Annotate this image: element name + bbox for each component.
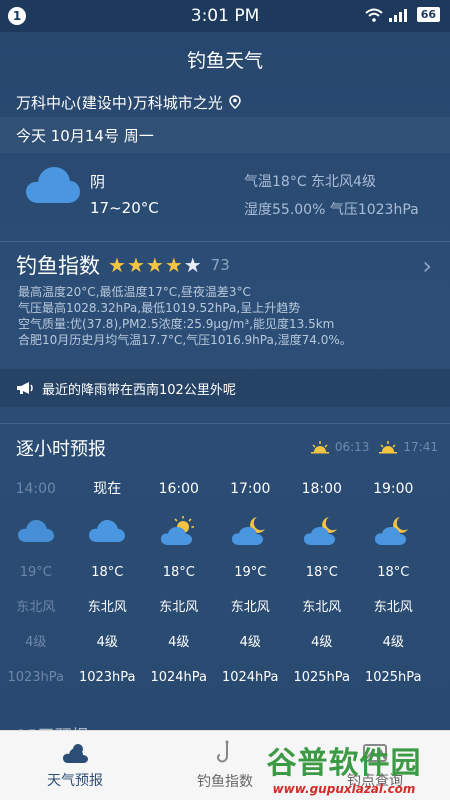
hour-wind-level: 4级 bbox=[96, 635, 118, 650]
cloud-icon bbox=[26, 167, 80, 203]
location-name: 万科中心(建设中)万科城市之光 bbox=[16, 93, 223, 112]
hour-column: 16:00 18°C 东北风 4级 1024hPa bbox=[143, 472, 215, 695]
hour-column: 现在 18°C 东北风 4级 1023hPa bbox=[72, 472, 144, 695]
hour-column: 14:00 19°C 东北风 4级 1023hPa bbox=[0, 472, 72, 695]
hour-column: 18:00 18°C 东北风 4级 1025hPa bbox=[286, 472, 358, 695]
hour-temp: 19°C bbox=[19, 565, 52, 580]
hour-wind: 东北风 bbox=[302, 600, 342, 615]
sunset-time: 17:41 bbox=[403, 440, 438, 454]
sunset-icon bbox=[379, 441, 398, 454]
hour-temp: 18°C bbox=[305, 565, 338, 580]
detail-line: 气压最高1028.32hPa,最低1019.52hPa,呈上升趋势 bbox=[18, 301, 301, 315]
sunrise-icon bbox=[310, 441, 329, 454]
hour-temp: 18°C bbox=[91, 565, 124, 580]
hour-wind: 东北风 bbox=[16, 600, 56, 615]
hour-wind-level: 4级 bbox=[311, 635, 333, 650]
star-icon: ★ bbox=[126, 253, 145, 277]
cloud-icon bbox=[72, 507, 144, 555]
star-icon: ★ bbox=[164, 253, 183, 277]
wifi-icon bbox=[365, 8, 383, 22]
hour-temp: 18°C bbox=[377, 565, 410, 580]
hour-column: 17:00 19°C 东北风 4级 1024hPa bbox=[215, 472, 287, 695]
tab-weather-forecast[interactable]: 天气预报 bbox=[0, 731, 150, 800]
watermark: 谷普软件园 www.gupuxlazal.com bbox=[244, 746, 444, 796]
hour-pressure: 1023hPa bbox=[78, 670, 136, 685]
moon-cloud-icon bbox=[286, 507, 358, 555]
weather-icon bbox=[63, 744, 88, 763]
hour-time: 18:00 bbox=[301, 481, 342, 497]
hour-time: 19:00 bbox=[373, 481, 414, 497]
hour-time: 14:00 bbox=[15, 481, 56, 497]
hour-pressure: 1023hPa bbox=[7, 670, 65, 685]
battery-indicator: 66 bbox=[416, 7, 440, 22]
hour-temp: 19°C bbox=[234, 565, 267, 580]
hour-wind: 东北风 bbox=[373, 600, 413, 615]
hour-wind-level: 4级 bbox=[382, 635, 404, 650]
rain-notice: 最近的降雨带在西南102公里外呢 bbox=[0, 369, 450, 407]
today-temp-wind: 气温18°C 东北风4级 bbox=[244, 174, 376, 190]
hour-wind: 东北风 bbox=[159, 600, 199, 615]
hour-time: 现在 bbox=[93, 481, 122, 497]
hour-pressure: 1025hPa bbox=[364, 670, 422, 685]
cloud-icon bbox=[0, 507, 72, 555]
star-icon: ★ bbox=[145, 253, 164, 277]
location-pin-icon bbox=[228, 95, 241, 109]
star-icon: ★ bbox=[108, 253, 126, 277]
chevron-right-icon[interactable]: › bbox=[422, 252, 432, 280]
sun-cloud-icon bbox=[143, 507, 215, 555]
today-weather: 阴 17~20°C 气温18°C 东北风4级 湿度55.00% 气压1023hP… bbox=[0, 153, 450, 241]
today-temp-range: 17~20°C bbox=[90, 199, 159, 217]
hour-wind: 东北风 bbox=[230, 600, 270, 615]
detail-line: 合肥10月历史月均气温17.7°C,气压1016.9hPa,湿度74.0%。 bbox=[18, 333, 352, 347]
hourly-grid: 14:00 19°C 东北风 4级 1023hPa 现在 18°C 东北风 4级 1023hPa 1… bbox=[0, 472, 450, 695]
megaphone-icon bbox=[17, 382, 33, 394]
hour-time: 16:00 bbox=[158, 481, 199, 497]
hour-wind-level: 4级 bbox=[25, 635, 47, 650]
hour-pressure: 1024hPa bbox=[150, 670, 208, 685]
rating-stars: ★★★★★ bbox=[108, 253, 203, 277]
today-date: 今天 10月14号 周一 bbox=[0, 117, 450, 153]
watermark-brand: 谷普软件园 bbox=[266, 746, 422, 781]
hour-wind-level: 4级 bbox=[239, 635, 261, 650]
hour-temp: 18°C bbox=[162, 565, 195, 580]
detail-line: 空气质量:优(37.8),PM2.5浓度:25.9μg/m³,能见度13.5km bbox=[18, 317, 335, 331]
hour-time: 17:00 bbox=[230, 481, 271, 497]
hourly-forecast: 逐小时预报 06:13 17:41 14:00 19°C 东北风 4级 1023hPa 现… bbox=[0, 423, 450, 723]
hour-wind-level: 4级 bbox=[168, 635, 190, 650]
hour-wind: 东北风 bbox=[87, 600, 127, 615]
moon-cloud-icon bbox=[215, 507, 287, 555]
page-title: 钓鱼天气 bbox=[186, 50, 263, 72]
status-bar: 1 3:01 PM 66 bbox=[0, 0, 450, 32]
hour-column: 19:00 18°C 东北风 4级 1025hPa bbox=[358, 472, 430, 695]
notice-text: 最近的降雨带在西南102公里外呢 bbox=[42, 382, 236, 398]
moon-cloud-icon bbox=[358, 507, 430, 555]
hour-pressure: 1024hPa bbox=[221, 670, 279, 685]
star-icon: ★ bbox=[183, 253, 202, 277]
today-humidity-pressure: 湿度55.00% 气压1023hPa bbox=[244, 202, 419, 218]
fishing-index-title: 钓鱼指数 bbox=[16, 254, 100, 278]
fishing-details: 最高温度20°C,最低温度17°C,昼夜温差3°C 气压最高1028.32hPa… bbox=[18, 284, 352, 348]
today-condition: 阴 bbox=[90, 173, 106, 191]
fishing-score: 73 bbox=[210, 256, 230, 274]
hour-pressure: 1025hPa bbox=[293, 670, 351, 685]
signal-icon bbox=[388, 8, 407, 22]
fishhook-icon bbox=[216, 740, 229, 763]
tab-label: 天气预报 bbox=[47, 773, 103, 789]
location-selector[interactable]: 万科中心(建设中)万科城市之光 bbox=[0, 87, 450, 117]
detail-line: 最高温度20°C,最低温度17°C,昼夜温差3°C bbox=[18, 285, 251, 299]
sunrise-time: 06:13 bbox=[334, 440, 370, 454]
watermark-url: www.gupuxlazal.com bbox=[272, 782, 416, 796]
fishing-index-card[interactable]: 钓鱼指数 ★★★★★ 73 › 最高温度20°C,最低温度17°C,昼夜温差3°… bbox=[0, 241, 450, 353]
